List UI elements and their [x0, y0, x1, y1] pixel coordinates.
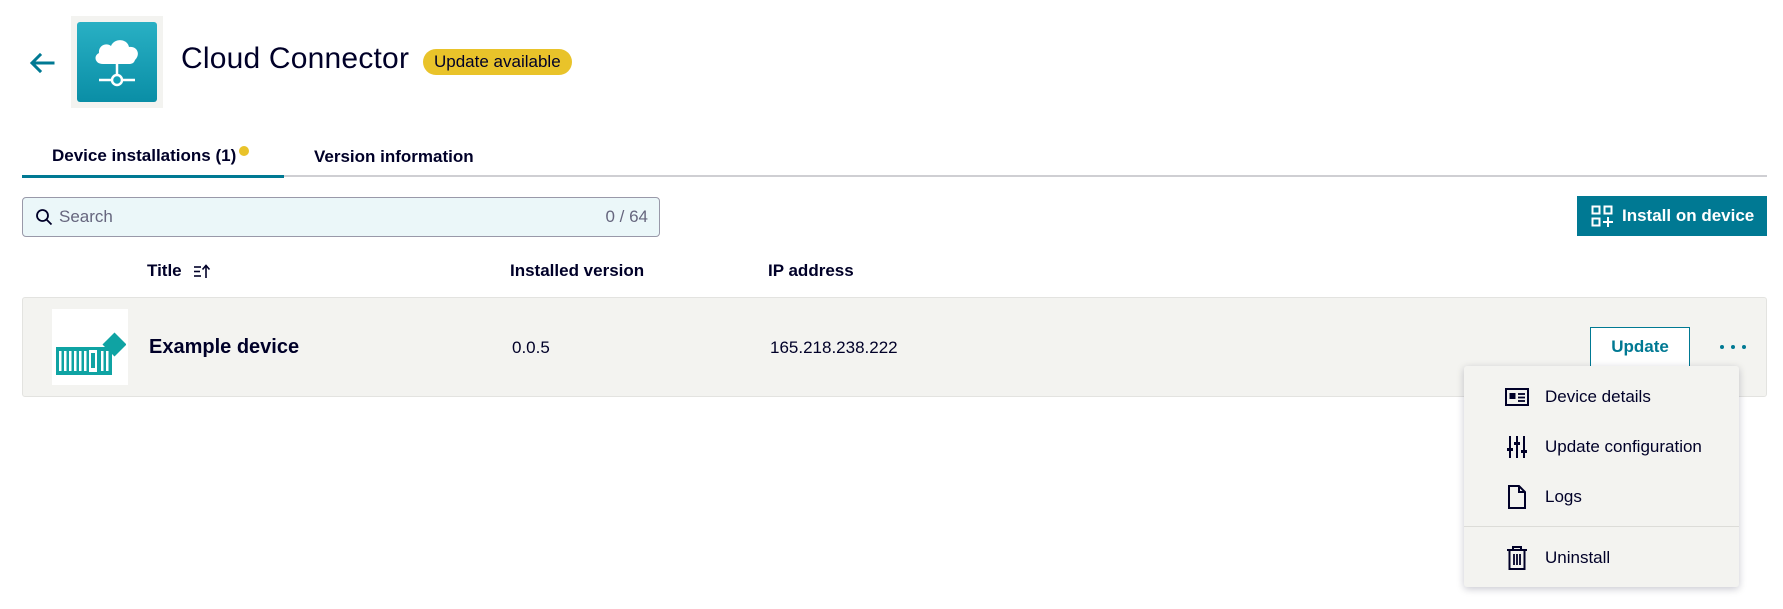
installed-version: 0.0.5	[512, 338, 550, 357]
menu-item-logs[interactable]: Logs	[1464, 475, 1739, 519]
menu-divider	[1464, 526, 1739, 527]
tab-label: Version information	[314, 147, 474, 166]
search-icon	[34, 207, 54, 227]
column-header-title[interactable]: Title	[147, 261, 211, 281]
install-on-device-button[interactable]: Install on device	[1577, 196, 1767, 236]
arrow-left-icon	[29, 52, 55, 74]
more-horizontal-icon[interactable]	[1713, 331, 1753, 363]
menu-item-uninstall[interactable]: Uninstall	[1464, 536, 1739, 580]
device-title: Example device	[149, 336, 300, 358]
menu-item-label: Device details	[1545, 387, 1651, 406]
menu-item-label: Logs	[1545, 487, 1582, 506]
menu-item-label: Update configuration	[1545, 437, 1702, 456]
tab-label: Device installations (1)	[52, 146, 237, 165]
context-menu: Device details Update configuration Logs	[1464, 366, 1739, 587]
id-card-icon	[1504, 384, 1530, 410]
search-box: 0 / 64	[22, 197, 660, 237]
ip-address: 165.218.238.222	[770, 338, 898, 357]
page-header: Cloud Connector Update available	[0, 0, 1783, 125]
update-button[interactable]: Update	[1590, 327, 1690, 367]
sliders-icon	[1504, 434, 1530, 460]
tab-version-information[interactable]: Version information	[284, 137, 506, 177]
app-icon	[71, 16, 163, 108]
install-on-device-label: Install on device	[1622, 206, 1755, 225]
menu-item-update-configuration[interactable]: Update configuration	[1464, 425, 1739, 469]
back-button[interactable]	[26, 47, 58, 79]
search-input[interactable]	[59, 207, 606, 227]
page-title: Cloud Connector	[181, 42, 410, 75]
notification-dot	[239, 146, 250, 156]
menu-item-label: Uninstall	[1545, 548, 1611, 567]
sort-ascending-icon[interactable]	[193, 263, 211, 279]
tab-device-installations[interactable]: Device installations (1)	[22, 137, 284, 178]
cloud-network-icon	[77, 22, 157, 102]
industrial-device-icon	[52, 309, 128, 385]
column-header-ip-address: IP address	[768, 261, 854, 280]
search-result-count: 0 / 64	[605, 207, 648, 226]
column-header-installed-version: Installed version	[510, 261, 645, 280]
document-icon	[1504, 484, 1530, 510]
menu-item-device-details[interactable]: Device details	[1464, 375, 1739, 419]
add-apps-icon	[1591, 205, 1613, 227]
status-badge: Update available	[423, 49, 572, 75]
tab-bar: Device installations (1) Version informa…	[22, 137, 1767, 178]
column-label: Title	[147, 261, 182, 280]
trash-icon	[1504, 545, 1530, 571]
